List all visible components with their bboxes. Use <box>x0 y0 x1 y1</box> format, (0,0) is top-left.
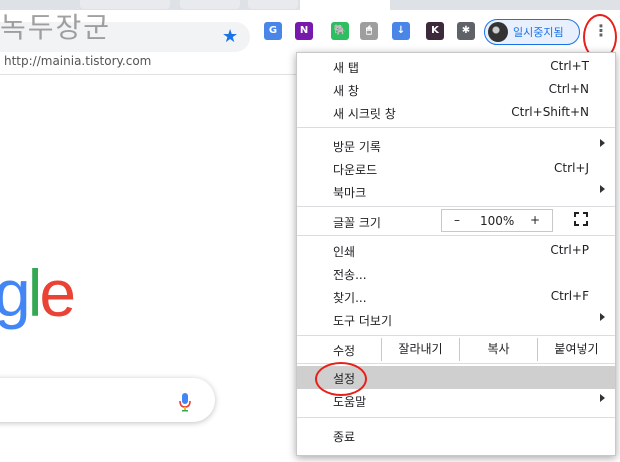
menu-separator <box>297 206 615 207</box>
zoom-value: 100% <box>480 214 515 228</box>
submenu-arrow-icon <box>600 185 605 193</box>
highlight-circle <box>315 362 367 396</box>
menu-item-downloads[interactable]: 다운로드 Ctrl+J <box>297 157 615 180</box>
menu-separator <box>297 127 615 128</box>
browser-tab[interactable] <box>248 0 298 9</box>
menu-item-print[interactable]: 인쇄 Ctrl+P <box>297 239 615 262</box>
submenu-arrow-icon <box>600 394 605 402</box>
fullscreen-icon[interactable] <box>574 212 588 226</box>
watermark-url: http://mainia.tistory.com <box>4 54 152 68</box>
paste-button[interactable]: 붙여넣기 <box>537 338 615 361</box>
menu-item-cast[interactable]: 전송... <box>297 262 615 285</box>
menu-item-exit[interactable]: 종료 <box>297 424 615 447</box>
puzzle-extension-icon[interactable]: ✱ <box>457 22 475 40</box>
watermark-title: 녹두장군 <box>0 11 112 44</box>
file-download-extension-icon[interactable]: ↓ <box>392 22 410 40</box>
menu-item-bookmarks[interactable]: 북마크 <box>297 180 615 203</box>
zoom-control: – 100% + <box>441 209 553 232</box>
menu-separator <box>297 335 615 336</box>
copy-button[interactable]: 복사 <box>459 338 537 361</box>
edit-row: 수정 잘라내기 복사 붙여넣기 <box>297 338 615 361</box>
menu-item-new-window[interactable]: 새 창 Ctrl+N <box>297 78 615 101</box>
zoom-in-button[interactable]: + <box>530 213 540 227</box>
menu-item-find[interactable]: 찾기... Ctrl+F <box>297 285 615 308</box>
browser-tab[interactable] <box>180 0 240 9</box>
zoom-row: 글꼴 크기 – 100% + <box>297 209 615 233</box>
menu-separator <box>297 417 615 418</box>
menu-separator <box>297 235 615 236</box>
profile-status-label: 일시중지됨 <box>513 26 564 39</box>
onenote-extension-icon[interactable]: N <box>295 22 313 40</box>
submenu-arrow-icon <box>600 139 605 147</box>
zoom-label: 글꼴 크기 <box>333 216 381 230</box>
menu-item-new-tab[interactable]: 새 탭 Ctrl+T <box>297 55 615 78</box>
menu-item-new-incognito[interactable]: 새 시크릿 창 Ctrl+Shift+N <box>297 101 615 124</box>
page-divider <box>0 74 296 75</box>
menu-item-history[interactable]: 방문 기록 <box>297 134 615 157</box>
avatar <box>488 22 508 42</box>
profile-button[interactable]: 일시중지됨 <box>484 19 580 45</box>
bookmark-star-icon[interactable]: ★ <box>222 27 238 47</box>
cut-button[interactable]: 잘라내기 <box>381 338 459 361</box>
google-logo: gle <box>0 256 76 330</box>
zoom-out-button[interactable]: – <box>454 213 460 227</box>
submenu-arrow-icon <box>600 313 605 321</box>
edit-label: 수정 <box>333 344 356 358</box>
microphone-icon[interactable] <box>178 392 192 412</box>
menu-item-more-tools[interactable]: 도구 더보기 <box>297 308 615 331</box>
translate-extension-icon[interactable]: G <box>264 22 282 40</box>
k-extension-icon[interactable]: K <box>426 22 444 40</box>
evernote-extension-icon[interactable]: 🐘 <box>331 22 349 40</box>
active-tab[interactable] <box>300 0 390 10</box>
mouse-extension-icon[interactable]: 🖱 <box>360 22 378 40</box>
